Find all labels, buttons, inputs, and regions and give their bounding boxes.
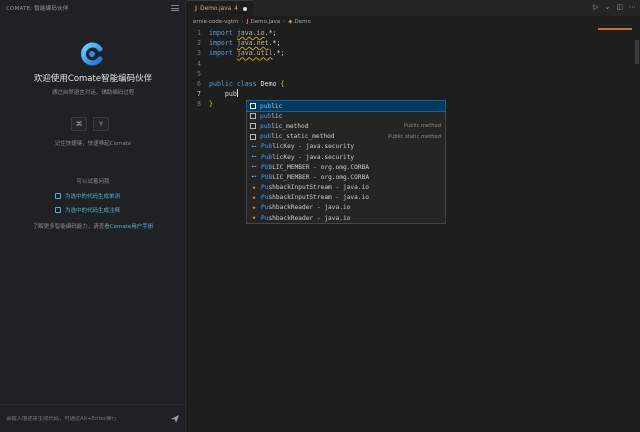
breadcrumb: ernie-code-vgtm › J Demo.java › ◈ Demo: [187, 16, 640, 28]
suggestion-generate-comment[interactable]: 为选中的代码生成注释: [55, 206, 120, 214]
typed-text: pub: [224, 90, 237, 99]
send-icon[interactable]: [170, 414, 180, 424]
user-manual-link[interactable]: Comate用户手册: [110, 224, 153, 230]
suggestion-item[interactable]: ◈ PushbackInputStream - java.io: [247, 183, 445, 193]
keyword-icon: [250, 103, 256, 110]
field-icon: ⊷: [251, 164, 257, 171]
text-cursor: [236, 89, 238, 98]
problem-count-badge: 4: [234, 5, 238, 12]
suggestion-label: 为选中的代码生成单测: [65, 194, 121, 200]
panel-header: COMATE: 智能编码伙伴: [0, 0, 185, 16]
editor-actions: ▷ ⌄ ◫ ⋯: [593, 3, 636, 11]
keyword-icon: [250, 133, 256, 140]
keyword-icon: [250, 123, 256, 130]
panel-title: COMATE: 智能编码伙伴: [6, 6, 69, 12]
comate-logo-icon: [81, 42, 103, 66]
code-line: 5: [197, 69, 201, 78]
menu-icon[interactable]: [171, 5, 179, 11]
suggestion-item[interactable]: ⊷ PublicKey - java.security: [247, 152, 445, 162]
code-line: 2 import java.net .*;: [197, 39, 281, 48]
reference-icon: ⊷: [251, 154, 257, 161]
class-icon: ◈: [252, 215, 256, 222]
welcome-subtitle: 通过自然语言对话，辅助编码过程: [51, 90, 135, 96]
keyword-icon: [250, 113, 256, 120]
suggestion-label: 为选中的代码生成注释: [65, 208, 121, 214]
chevron-right-icon: ›: [241, 19, 244, 25]
tab-label: Demo.java: [200, 5, 232, 12]
command-key-icon: ⌘: [71, 117, 87, 131]
scrollbar-thumb[interactable]: [635, 40, 639, 64]
java-file-icon: J: [195, 5, 198, 12]
breadcrumb-folder[interactable]: ernie-code-vgtm: [193, 19, 238, 25]
class-icon: ◈: [288, 19, 293, 25]
learn-more-text: 了解更多智能编码能力，请查看Comate用户手册: [32, 224, 154, 230]
tab-demo-java[interactable]: J Demo.java 4: [187, 0, 253, 16]
more-actions-icon[interactable]: ⋯: [629, 3, 636, 11]
suggestion-generate-unit-test[interactable]: 为选中的代码生成单测: [55, 192, 120, 200]
code-line-active: 7 pub: [197, 89, 238, 99]
code-line: 3 import java.util .*;: [197, 49, 285, 58]
y-key: Y: [93, 117, 109, 131]
code-area[interactable]: 1 import java.io .*; 2 import java.net .*; 3…: [187, 28, 587, 110]
suggestion-item[interactable]: public_static_method Public static method: [247, 132, 445, 142]
suggestion-item[interactable]: ◈ PushbackInputStream - java.io: [247, 193, 445, 203]
field-icon: ⊷: [251, 174, 257, 181]
class-icon: ◈: [252, 184, 256, 191]
comment-icon: [55, 207, 61, 213]
suggestion-item[interactable]: ⊷ PUBLIC_MEMBER - org.omg.CORBA: [247, 162, 445, 172]
class-icon: ◈: [252, 204, 256, 211]
run-icon[interactable]: ▷: [593, 3, 598, 11]
chat-input-bar: [0, 404, 186, 432]
suggestion-item[interactable]: ◈ PushbackReader - java.io: [247, 213, 445, 223]
shortcut-hint: 记住快捷键，快速唤起Comate: [54, 141, 132, 147]
suggestion-item[interactable]: ◈ PushbackReader - java.io: [247, 203, 445, 213]
code-line: 6 public class Demo {: [197, 79, 285, 88]
suggestion-item[interactable]: ⊷ PUBLIC_MEMBER - org.omg.CORBA: [247, 172, 445, 182]
try-asking-label: 可以试着问我: [76, 179, 110, 185]
chevron-down-icon[interactable]: ⌄: [605, 3, 611, 11]
unit-test-icon: [55, 193, 61, 199]
unsaved-dot-icon[interactable]: [243, 6, 247, 11]
java-file-icon: J: [246, 19, 249, 25]
breadcrumb-file[interactable]: Demo.java: [251, 19, 281, 25]
code-line: 4: [197, 59, 201, 68]
suggestion-item[interactable]: ⊷ PublicKey - java.security: [247, 142, 445, 152]
code-line: 1 import java.io .*;: [197, 29, 277, 37]
reference-icon: ⊷: [251, 143, 257, 150]
breadcrumb-class[interactable]: Demo: [295, 19, 311, 25]
class-icon: ◈: [252, 194, 256, 201]
autocomplete-dropdown: public public public_method Public method…: [246, 99, 446, 225]
editor-tab-bar: J Demo.java 4 ▷ ⌄ ◫ ⋯: [187, 0, 640, 16]
welcome-title: 欢迎使用Comate智能编码伙伴: [33, 74, 153, 84]
chat-input[interactable]: [6, 415, 170, 422]
suggestion-item[interactable]: public: [246, 99, 446, 113]
minimap-error-mark: [598, 28, 632, 30]
comate-panel: COMATE: 智能编码伙伴 欢迎使用Comate智能编码伙伴 通过自然语言对话…: [0, 0, 186, 432]
suggestion-item[interactable]: public: [247, 111, 445, 121]
suggestion-item[interactable]: public_method Public method: [247, 121, 445, 131]
split-editor-icon[interactable]: ◫: [616, 3, 623, 11]
chevron-right-icon: ›: [283, 19, 286, 25]
